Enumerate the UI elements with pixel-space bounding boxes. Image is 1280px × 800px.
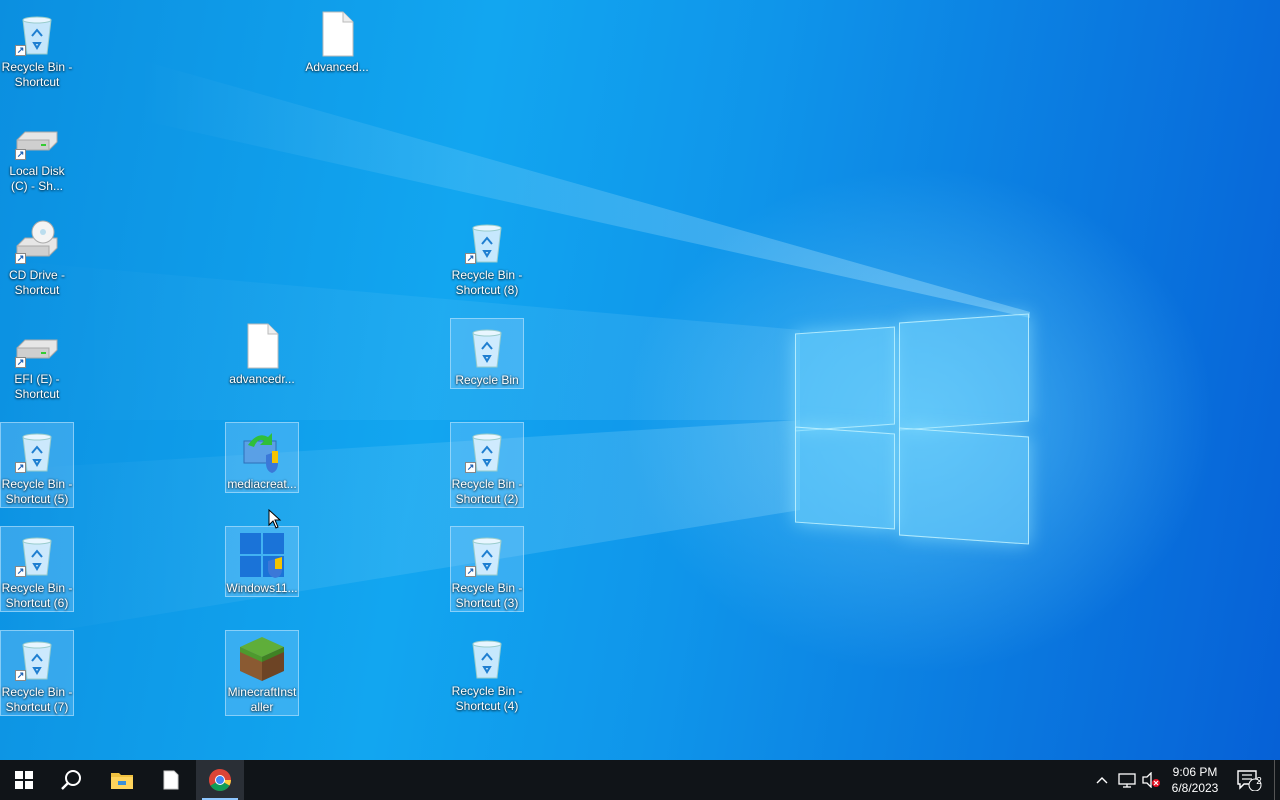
- start-button[interactable]: [0, 760, 48, 800]
- chevron-up-icon: [1096, 777, 1108, 784]
- volume-button[interactable]: [1140, 760, 1162, 800]
- shortcut-arrow-icon: ↗: [15, 253, 26, 264]
- desktop-icon-rb-shortcut-6[interactable]: ↗ Recycle Bin - Shortcut (6): [0, 526, 74, 612]
- notification-count: 2: [1256, 776, 1262, 787]
- taskbar: 9:06 PM 6/8/2023 2: [0, 760, 1280, 800]
- media-creation-tool-icon: [243, 433, 278, 473]
- chrome-icon: [209, 769, 231, 791]
- clock-date: 6/8/2023: [1171, 781, 1219, 795]
- recycle-bin-image: [463, 323, 511, 371]
- mouse-cursor-icon: [268, 509, 282, 529]
- file-icon: [322, 11, 354, 57]
- mediacreat-image: [238, 427, 286, 475]
- rb-shortcut-6-image: ↗: [13, 531, 61, 579]
- windows11-installer-icon: [240, 533, 284, 578]
- system-clock[interactable]: 9:06 PM 6/8/2023: [1162, 764, 1228, 796]
- desktop-icon-rb-shortcut-5[interactable]: ↗ Recycle Bin - Shortcut (5): [0, 422, 74, 508]
- shortcut-arrow-icon: ↗: [15, 670, 26, 681]
- shortcut-arrow-icon: ↗: [15, 357, 26, 368]
- desktop-icon-advancedr[interactable]: advancedr...: [225, 318, 299, 387]
- wallpaper-light-beams: [0, 60, 1030, 640]
- efi-image: ↗: [13, 322, 61, 370]
- rb-shortcut-image: ↗: [13, 10, 61, 58]
- rb-shortcut-7-image: ↗: [13, 635, 61, 683]
- desktop-icon-mediacreat[interactable]: mediacreat...: [225, 422, 299, 493]
- rb-shortcut-4-image: [463, 634, 511, 682]
- rb-shortcut-2-image: ↗: [463, 427, 511, 475]
- desktop-icon-cd-drive[interactable]: ↗ CD Drive - Shortcut: [0, 214, 74, 298]
- minecraft-image: [238, 635, 286, 683]
- shortcut-arrow-icon: ↗: [15, 566, 26, 577]
- windows11-image: [238, 531, 286, 579]
- desktop-icon-rb-shortcut-7[interactable]: ↗ Recycle Bin - Shortcut (7): [0, 630, 74, 716]
- desktop-icon-label: Recycle Bin - Shortcut (5): [1, 477, 73, 506]
- shortcut-arrow-icon: ↗: [15, 462, 26, 473]
- document-icon: [163, 770, 179, 790]
- desktop-icon-label: EFI (E) - Shortcut: [14, 372, 60, 401]
- desktop-icon-label: CD Drive - Shortcut: [9, 268, 65, 297]
- windows-wallpaper-logo: [795, 308, 1030, 548]
- desktop-icon-label: MinecraftInstaller: [227, 685, 297, 714]
- desktop-icon-rb-shortcut-3[interactable]: ↗ Recycle Bin - Shortcut (3): [450, 526, 524, 612]
- desktop-icon-label: Recycle Bin - Shortcut (2): [451, 477, 523, 506]
- desktop-icon-windows11[interactable]: Windows11...: [225, 526, 299, 597]
- search-button[interactable]: [48, 760, 96, 800]
- recycle-bin-icon: [472, 329, 502, 368]
- rb-shortcut-3-image: ↗: [463, 531, 511, 579]
- file-explorer-button[interactable]: [98, 760, 146, 800]
- desktop-icon-label: Recycle Bin - Shortcut (3): [451, 581, 523, 610]
- rb-shortcut-5-image: ↗: [13, 427, 61, 475]
- desktop-icon-advanced-doc[interactable]: Advanced...: [300, 6, 374, 75]
- rb-shortcut-8-image: ↗: [463, 218, 511, 266]
- desktop-icon-recycle-bin[interactable]: Recycle Bin: [450, 318, 524, 389]
- folder-icon: [111, 773, 133, 789]
- notepad-button[interactable]: [147, 760, 195, 800]
- desktop-icon-label: Local Disk (C) - Sh...: [9, 164, 65, 193]
- desktop-icon-label: advancedr...: [229, 372, 295, 386]
- desktop-icon-rb-shortcut[interactable]: ↗ Recycle Bin - Shortcut: [0, 6, 74, 90]
- desktop-icon-label: Recycle Bin - Shortcut (7): [1, 685, 73, 714]
- desktop-icon-label: mediacreat...: [227, 477, 297, 491]
- desktop-icon-label: Recycle Bin - Shortcut: [1, 60, 73, 89]
- desktop-icon-label: Recycle Bin: [455, 373, 519, 387]
- network-icon: [1118, 773, 1136, 788]
- desktop-icon-local-disk[interactable]: ↗ Local Disk (C) - Sh...: [0, 110, 74, 194]
- advanced-doc-image: [313, 10, 361, 58]
- show-hidden-icons-button[interactable]: [1092, 760, 1112, 800]
- shortcut-arrow-icon: ↗: [15, 149, 26, 160]
- file-icon: [247, 323, 279, 369]
- recycle-bin-icon: [472, 640, 502, 679]
- cd-drive-image: ↗: [13, 218, 61, 266]
- desktop-icon-label: Recycle Bin - Shortcut (8): [451, 268, 523, 297]
- shortcut-arrow-icon: ↗: [465, 566, 476, 577]
- desktop-icon-label: Windows11...: [226, 581, 298, 595]
- show-desktop-divider: [1274, 760, 1275, 800]
- desktop-icon-label: Recycle Bin - Shortcut (6): [1, 581, 73, 610]
- desktop-icon-efi[interactable]: ↗ EFI (E) - Shortcut: [0, 318, 74, 402]
- windows-logo-icon: [15, 771, 33, 789]
- desktop-icon-rb-shortcut-8[interactable]: ↗ Recycle Bin - Shortcut (8): [450, 214, 524, 298]
- action-center-button[interactable]: 2: [1234, 760, 1264, 800]
- network-status-button[interactable]: [1116, 760, 1138, 800]
- shortcut-arrow-icon: ↗: [465, 462, 476, 473]
- desktop-icon-minecraft[interactable]: MinecraftInstaller: [225, 630, 299, 716]
- chrome-button[interactable]: [196, 760, 244, 800]
- speaker-muted-icon: [1142, 772, 1160, 788]
- advancedr-image: [238, 322, 286, 370]
- desktop-icon-rb-shortcut-4[interactable]: Recycle Bin - Shortcut (4): [450, 630, 524, 714]
- desktop-icon-rb-shortcut-2[interactable]: ↗ Recycle Bin - Shortcut (2): [450, 422, 524, 508]
- shortcut-arrow-icon: ↗: [465, 253, 476, 264]
- desktop-icon-label: Advanced...: [305, 60, 369, 74]
- shortcut-arrow-icon: ↗: [15, 45, 26, 56]
- search-icon: [61, 770, 81, 790]
- minecraft-icon: [240, 637, 284, 681]
- clock-time: 9:06 PM: [1172, 765, 1218, 779]
- desktop-icon-label: Recycle Bin - Shortcut (4): [451, 684, 523, 713]
- local-disk-image: ↗: [13, 114, 61, 162]
